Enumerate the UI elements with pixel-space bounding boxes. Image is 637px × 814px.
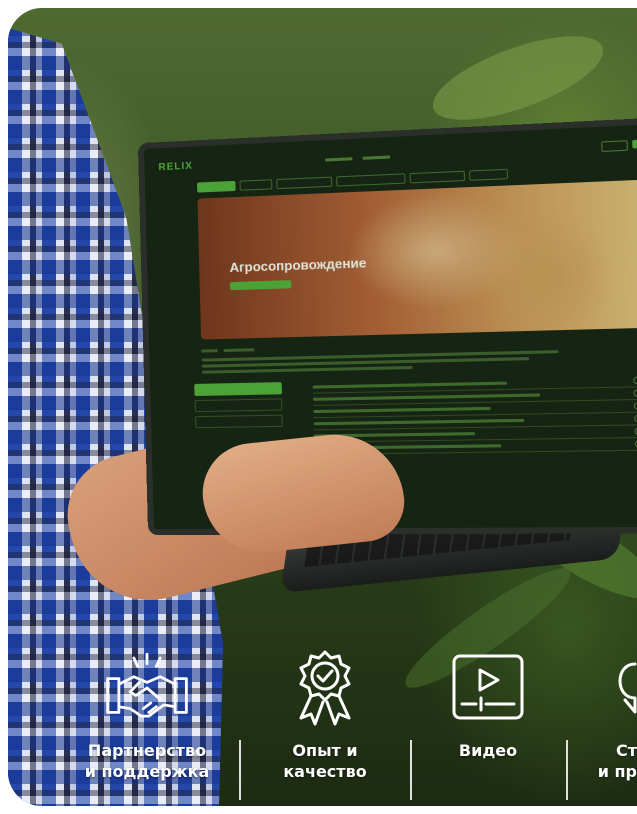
site-menu-item [196, 180, 236, 193]
feature-video[interactable]: Видео [440, 648, 536, 761]
site-hero-title: Агросопровождение [229, 255, 367, 276]
site-intro-text [201, 350, 559, 374]
site-hero-button [229, 280, 292, 291]
feature-strip: Партнерство и поддержка Опыт и качество [0, 648, 637, 814]
feature-divider [566, 740, 568, 800]
site-menu-item [276, 176, 333, 190]
site-menu-item [239, 179, 273, 191]
site-menu-item [469, 168, 509, 181]
site-menu-item [409, 170, 466, 184]
feature-label: Ст и пр [597, 741, 637, 781]
site-side-nav-item [194, 382, 282, 397]
site-cta-button [632, 138, 637, 149]
feature-cropped[interactable]: Ст и пр [595, 648, 637, 782]
feature-divider [410, 740, 412, 800]
site-header-buttons [601, 138, 637, 152]
site-logo: RELIX [158, 160, 194, 173]
feature-label: Опыт и качество [283, 741, 367, 781]
background-leaf [423, 19, 613, 137]
feature-label: Партнерство и поддержка [84, 741, 210, 781]
chat-bubble-icon [595, 648, 637, 728]
site-side-nav-item [194, 398, 283, 413]
feature-experience[interactable]: Опыт и качество [263, 648, 387, 782]
handshake-icon [102, 648, 192, 728]
award-badge-icon [280, 648, 370, 728]
site-hero-banner: Агросопровождение [197, 179, 637, 340]
feature-divider [239, 740, 241, 800]
site-login-button [601, 140, 628, 152]
feature-label: Видео [458, 741, 518, 760]
site-breadcrumb [201, 338, 637, 353]
site-side-nav-item [195, 414, 283, 429]
video-player-icon [443, 648, 533, 728]
feature-partnership[interactable]: Партнерство и поддержка [72, 648, 222, 782]
site-contact-links [325, 154, 391, 162]
site-menu-item [336, 173, 406, 187]
